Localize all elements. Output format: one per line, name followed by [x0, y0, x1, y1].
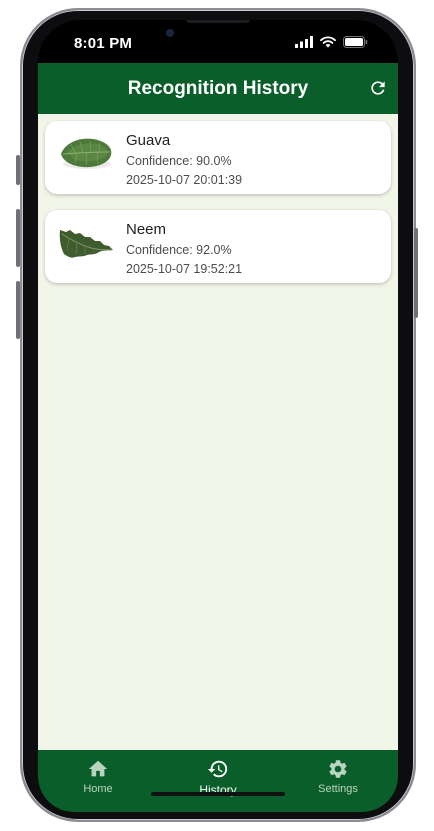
- page-title: Recognition History: [127, 78, 309, 99]
- phone-screen: 8:01 PM Recognition History Guava Confid…: [38, 20, 398, 812]
- speaker-grille: [186, 20, 250, 23]
- wifi-icon: [320, 36, 336, 48]
- plant-name: Neem: [126, 221, 167, 238]
- history-list: Guava Confidence: 90.0% 2025-10-07 20:01…: [38, 114, 398, 750]
- status-bar: 8:01 PM: [38, 20, 398, 64]
- signal-icon: [295, 36, 313, 48]
- confidence-text: Confidence: 92.0%: [126, 243, 232, 257]
- settings-icon: [329, 760, 347, 778]
- history-icon: [207, 760, 228, 778]
- power-button: [414, 228, 418, 318]
- home-indicator[interactable]: [151, 792, 285, 796]
- nav-item-settings[interactable]: Settings: [293, 758, 383, 795]
- battery-icon: [343, 36, 368, 48]
- app-bar: Recognition History: [38, 63, 398, 114]
- volume-up-button: [16, 209, 20, 267]
- history-card[interactable]: Neem Confidence: 92.0% 2025-10-07 19:52:…: [45, 210, 391, 283]
- refresh-icon[interactable]: [368, 78, 388, 98]
- timestamp-text: 2025-10-07 19:52:21: [126, 262, 243, 276]
- status-time: 8:01 PM: [74, 35, 133, 52]
- plant-name: Guava: [126, 132, 171, 149]
- volume-down-button: [16, 281, 20, 339]
- mute-switch: [16, 155, 20, 185]
- bottom-nav: Home History Settings: [38, 750, 398, 812]
- history-card[interactable]: Guava Confidence: 90.0% 2025-10-07 20:01…: [45, 121, 391, 194]
- confidence-text: Confidence: 90.0%: [126, 154, 232, 168]
- nav-label-home: Home: [83, 783, 113, 795]
- status-icons: [295, 36, 368, 48]
- guava-leaf-thumbnail: [61, 138, 112, 169]
- nav-label-settings: Settings: [318, 783, 358, 795]
- front-camera: [166, 29, 174, 37]
- nav-item-home[interactable]: Home: [53, 758, 143, 795]
- neem-leaf-thumbnail: [59, 230, 113, 258]
- home-icon: [88, 760, 108, 777]
- timestamp-text: 2025-10-07 20:01:39: [126, 173, 243, 187]
